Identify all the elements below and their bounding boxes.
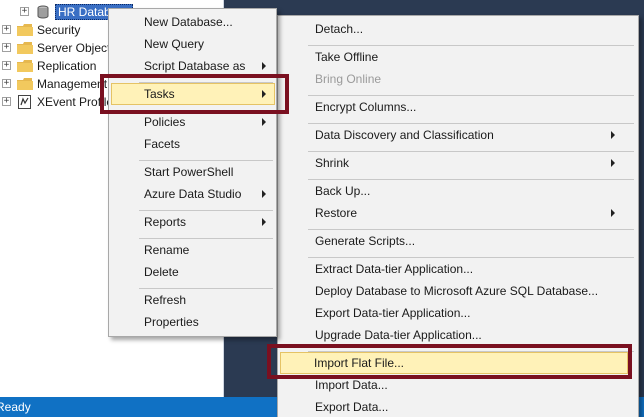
menu-item-label: Detach... [315, 22, 364, 36]
menu-item-label: Tasks [144, 87, 175, 101]
menu-item-import-flat-file[interactable]: Import Flat File... [280, 352, 628, 374]
menu-item-label: Take Offline [315, 50, 379, 64]
menu-item-restore[interactable]: Restore [280, 202, 636, 224]
menu-item-label: Extract Data-tier Application... [315, 262, 474, 276]
menu-item-label: Policies [144, 115, 186, 129]
menu-item-label: Upgrade Data-tier Application... [315, 328, 482, 342]
menu-item-rename[interactable]: Rename [111, 239, 275, 261]
menu-item-label: Delete [144, 265, 179, 279]
submenu-arrow-icon [611, 159, 615, 167]
menu-item-label: Refresh [144, 293, 187, 307]
menu-item-label: Azure Data Studio [144, 187, 242, 201]
submenu-arrow-icon [262, 218, 266, 226]
menu-item-tasks[interactable]: Tasks [111, 83, 275, 105]
folder-icon [17, 78, 33, 90]
menu-item-reports[interactable]: Reports [111, 211, 275, 233]
menu-item-label: Deploy Database to Microsoft Azure SQL D… [315, 284, 599, 298]
menu-item-delete[interactable]: Delete [111, 261, 275, 283]
menu-item-export-data[interactable]: Export Data... [280, 396, 636, 417]
submenu-arrow-icon [262, 90, 266, 98]
menu-item-script-database-as[interactable]: Script Database as [111, 55, 275, 77]
menu-item-label: Import Data... [315, 378, 388, 392]
folder-icon [17, 24, 33, 36]
folder-icon [17, 42, 33, 54]
menu-item-shrink[interactable]: Shrink [280, 152, 636, 174]
submenu-arrow-icon [611, 209, 615, 217]
folder-icon [17, 60, 33, 72]
tree-label: Server Objects [37, 41, 117, 55]
menu-item-refresh[interactable]: Refresh [111, 289, 275, 311]
menu-item-export-data-tier[interactable]: Export Data-tier Application... [280, 302, 636, 324]
submenu-arrow-icon [611, 131, 615, 139]
tree-label: XEvent Profiler [37, 95, 118, 109]
menu-item-label: Reports [144, 215, 187, 229]
database-icon [37, 5, 49, 19]
menu-item-policies[interactable]: Policies [111, 111, 275, 133]
menu-item-label: Export Data-tier Application... [315, 306, 471, 320]
status-text: Ready [0, 400, 31, 414]
database-context-menu: New Database... New Query Script Databas… [108, 8, 277, 337]
menu-item-label: Restore [315, 206, 358, 220]
menu-item-encrypt-columns[interactable]: Encrypt Columns... [280, 96, 636, 118]
menu-item-azure-data-studio[interactable]: Azure Data Studio [111, 183, 275, 205]
menu-item-label: Bring Online [315, 72, 382, 86]
menu-item-label: Properties [144, 315, 199, 329]
menu-item-label: Facets [144, 137, 181, 151]
submenu-arrow-icon [262, 190, 266, 198]
menu-item-start-powershell[interactable]: Start PowerShell [111, 161, 275, 183]
menu-item-deploy-to-azure[interactable]: Deploy Database to Microsoft Azure SQL D… [280, 280, 636, 302]
menu-item-back-up[interactable]: Back Up... [280, 180, 636, 202]
tree-label: Replication [37, 59, 97, 73]
menu-item-label: Export Data... [315, 400, 389, 414]
menu-item-label: Data Discovery and Classification [315, 128, 494, 142]
tasks-submenu: Detach... Take Offline Bring Online Encr… [277, 15, 639, 417]
menu-item-label: Rename [144, 243, 190, 257]
profiler-icon [18, 95, 31, 109]
menu-item-label: Back Up... [315, 184, 371, 198]
menu-item-new-database[interactable]: New Database... [111, 11, 275, 33]
menu-item-label: Script Database as [144, 59, 246, 73]
expand-icon[interactable]: + [2, 97, 11, 106]
menu-item-detach[interactable]: Detach... [280, 18, 636, 40]
menu-item-label: Import Flat File... [314, 356, 405, 370]
tree-label: Management [37, 77, 108, 91]
expand-icon[interactable]: + [2, 25, 11, 34]
menu-item-import-data[interactable]: Import Data... [280, 374, 636, 396]
menu-item-label: Start PowerShell [144, 165, 234, 179]
menu-item-facets[interactable]: Facets [111, 133, 275, 155]
menu-item-properties[interactable]: Properties [111, 311, 275, 333]
menu-item-data-discovery[interactable]: Data Discovery and Classification [280, 124, 636, 146]
menu-item-new-query[interactable]: New Query [111, 33, 275, 55]
submenu-arrow-icon [262, 62, 266, 70]
menu-item-upgrade-data-tier[interactable]: Upgrade Data-tier Application... [280, 324, 636, 346]
menu-item-take-offline[interactable]: Take Offline [280, 46, 636, 68]
menu-item-extract-data-tier[interactable]: Extract Data-tier Application... [280, 258, 636, 280]
submenu-arrow-icon [262, 118, 266, 126]
menu-item-generate-scripts[interactable]: Generate Scripts... [280, 230, 636, 252]
tree-label: Security [37, 23, 81, 37]
expand-icon[interactable]: + [2, 61, 11, 70]
menu-item-label: New Query [144, 37, 205, 51]
menu-item-label: New Database... [144, 15, 233, 29]
expand-icon[interactable]: + [20, 7, 29, 16]
menu-item-label: Encrypt Columns... [315, 100, 417, 114]
expand-icon[interactable]: + [2, 79, 11, 88]
menu-item-label: Generate Scripts... [315, 234, 416, 248]
menu-item-bring-online: Bring Online [280, 68, 636, 90]
menu-item-label: Shrink [315, 156, 350, 170]
expand-icon[interactable]: + [2, 43, 11, 52]
